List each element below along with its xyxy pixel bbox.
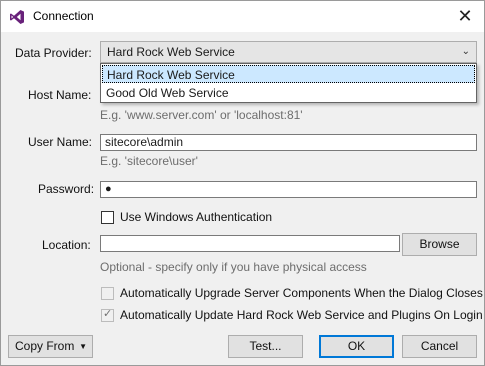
close-icon[interactable]: ✕ xyxy=(453,5,477,27)
auto-upgrade-label[interactable]: Automatically Upgrade Server Components … xyxy=(120,286,483,300)
windows-auth-label[interactable]: Use Windows Authentication xyxy=(120,210,272,224)
location-hint: Optional - specify only if you have phys… xyxy=(100,260,367,274)
dropdown-option[interactable]: Hard Rock Web Service xyxy=(102,65,475,83)
test-button[interactable]: Test... xyxy=(228,335,303,358)
caret-down-icon: ▼ xyxy=(79,342,87,351)
visual-studio-icon xyxy=(10,10,24,24)
windows-auth-checkbox[interactable] xyxy=(101,211,114,224)
data-provider-label: Data Provider: xyxy=(15,46,92,60)
password-label: Password: xyxy=(38,182,95,196)
copy-from-label: Copy From xyxy=(15,339,75,353)
checkmark-icon: ✓ xyxy=(103,308,113,320)
auto-update-checkbox[interactable]: ✓ xyxy=(101,308,114,322)
user-name-hint: E.g. 'sitecore\user' xyxy=(100,154,198,168)
ok-button[interactable]: OK xyxy=(319,335,394,358)
location-label: Location: xyxy=(42,238,91,252)
title-bar: Connection ✕ xyxy=(1,1,484,32)
data-provider-dropdown: Hard Rock Web Service Good Old Web Servi… xyxy=(100,63,477,103)
user-name-label: User Name: xyxy=(28,135,93,149)
connection-dialog: Connection ✕ Data Provider: Hard Rock We… xyxy=(0,0,485,366)
password-field[interactable]: ● xyxy=(100,181,477,198)
host-name-hint: E.g. 'www.server.com' or 'localhost:81' xyxy=(100,108,303,122)
location-field[interactable] xyxy=(100,235,400,252)
data-provider-select[interactable]: Hard Rock Web Service ⌄ xyxy=(100,41,477,63)
host-name-label: Host Name: xyxy=(28,88,92,102)
auto-upgrade-checkbox[interactable] xyxy=(101,287,114,300)
chevron-down-icon: ⌄ xyxy=(461,46,470,57)
user-name-field[interactable]: sitecore\admin xyxy=(100,134,477,151)
copy-from-button[interactable]: Copy From ▼ xyxy=(8,335,93,358)
window-title: Connection xyxy=(33,9,94,23)
browse-button[interactable]: Browse xyxy=(402,233,477,256)
auto-update-label[interactable]: Automatically Update Hard Rock Web Servi… xyxy=(120,308,483,322)
cancel-button[interactable]: Cancel xyxy=(402,335,477,358)
dropdown-option[interactable]: Good Old Web Service xyxy=(102,84,475,102)
data-provider-value: Hard Rock Web Service xyxy=(107,45,235,59)
